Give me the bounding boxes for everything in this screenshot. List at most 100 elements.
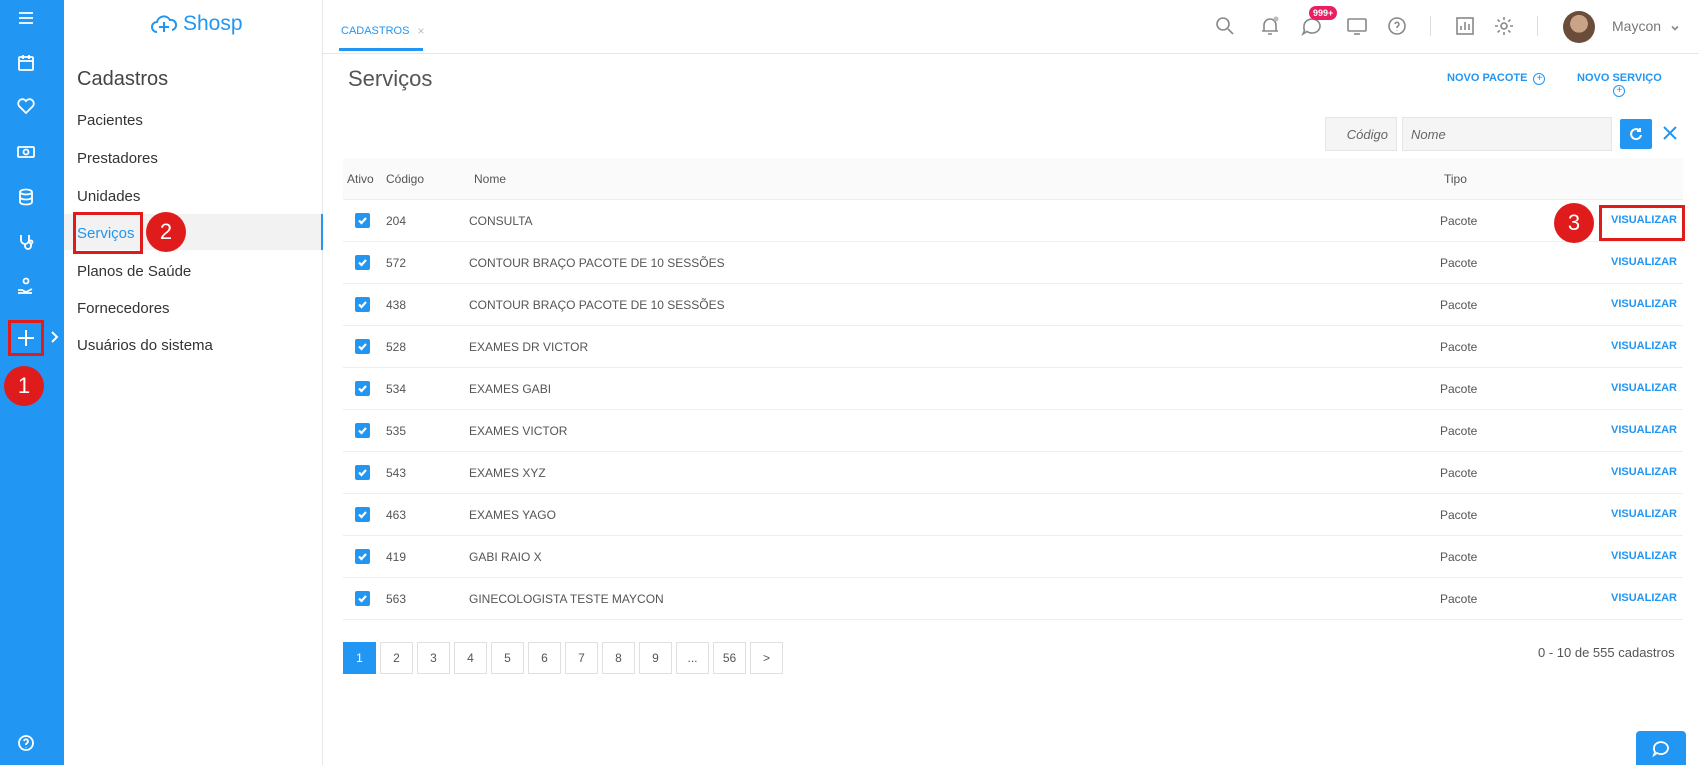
page-button[interactable]: > — [750, 642, 783, 674]
menu-icon[interactable] — [14, 6, 38, 30]
page-button[interactable]: 3 — [417, 642, 450, 674]
page-button[interactable]: 7 — [565, 642, 598, 674]
cell-name: GINECOLOGISTA TESTE MAYCON — [469, 592, 664, 606]
cell-code: 543 — [386, 466, 407, 480]
page-button[interactable]: ... — [676, 642, 709, 674]
column-header-type[interactable]: Tipo — [1444, 172, 1467, 186]
cell-type: Pacote — [1440, 214, 1478, 228]
table-row: 528 EXAMES DR VICTOR Pacote VISUALIZAR — [343, 326, 1683, 368]
close-icon — [1663, 126, 1677, 140]
view-link[interactable]: VISUALIZAR — [1611, 508, 1677, 520]
heart-icon[interactable] — [14, 94, 38, 118]
view-link[interactable]: VISUALIZAR — [1611, 382, 1677, 394]
tab-close-button[interactable]: × — [417, 24, 424, 38]
view-link[interactable]: VISUALIZAR — [1611, 424, 1677, 436]
view-link[interactable]: VISUALIZAR — [1611, 592, 1677, 604]
table-row: 463 EXAMES YAGO Pacote VISUALIZAR — [343, 494, 1683, 536]
tab-cadastros[interactable]: CADASTROS × — [341, 24, 424, 38]
plus-circle-icon: + — [1533, 73, 1546, 85]
name-filter-input[interactable]: Nome — [1402, 117, 1612, 151]
active-checkbox[interactable] — [355, 297, 370, 312]
cell-type: Pacote — [1440, 298, 1478, 312]
logo-text: Shosp — [183, 12, 243, 35]
table-row: 534 EXAMES GABI Pacote VISUALIZAR — [343, 368, 1683, 410]
new-package-button[interactable]: NOVO PACOTE + — [1447, 72, 1546, 85]
help-icon[interactable] — [14, 731, 38, 755]
plus-circle-icon: + — [1613, 85, 1626, 97]
cell-code: 463 — [386, 508, 407, 522]
hand-care-icon[interactable] — [14, 274, 38, 298]
cell-name: EXAMES DR VICTOR — [469, 340, 589, 354]
page-button[interactable]: 8 — [602, 642, 635, 674]
chevron-right-icon[interactable] — [49, 329, 61, 345]
subnav-item-pacientes[interactable]: Pacientes — [77, 112, 143, 129]
subnav-item-prestadores[interactable]: Prestadores — [77, 150, 158, 167]
gear-icon[interactable] — [1492, 14, 1516, 38]
cell-type: Pacote — [1440, 340, 1478, 354]
active-checkbox[interactable] — [355, 591, 370, 606]
active-checkbox[interactable] — [355, 423, 370, 438]
stethoscope-icon[interactable] — [14, 230, 38, 254]
view-link[interactable]: VISUALIZAR — [1611, 340, 1677, 352]
table-row: 563 GINECOLOGISTA TESTE MAYCON Pacote VISUA… — [343, 578, 1683, 620]
chat-bubble-icon — [1652, 741, 1669, 758]
reports-icon[interactable] — [1453, 14, 1477, 38]
cell-code: 572 — [386, 256, 407, 270]
page-button[interactable]: 6 — [528, 642, 561, 674]
view-link[interactable]: VISUALIZAR — [1611, 466, 1677, 478]
active-checkbox[interactable] — [355, 213, 370, 228]
cell-code: 438 — [386, 298, 407, 312]
chevron-down-icon[interactable] — [1670, 20, 1680, 31]
logo[interactable]: Shosp — [149, 8, 243, 40]
code-filter-input[interactable]: Código — [1325, 117, 1397, 151]
cell-code: 419 — [386, 550, 407, 564]
username[interactable]: Maycon — [1612, 18, 1661, 34]
tab-underline — [339, 48, 423, 51]
view-link[interactable]: VISUALIZAR — [1611, 256, 1677, 268]
subnav-item-fornecedores[interactable]: Fornecedores — [77, 300, 170, 317]
subnav-item-usuarios[interactable]: Usuários do sistema — [77, 337, 213, 354]
table-row: 438 CONTOUR BRAÇO PACOTE DE 10 SESSÕES Pac… — [343, 284, 1683, 326]
cell-type: Pacote — [1440, 424, 1478, 438]
cell-code: 528 — [386, 340, 407, 354]
search-icon[interactable] — [1213, 14, 1237, 38]
new-package-label: NOVO PACOTE — [1447, 72, 1528, 84]
page-button[interactable]: 9 — [639, 642, 672, 674]
active-checkbox[interactable] — [355, 339, 370, 354]
new-service-button[interactable]: NOVO SERVIÇO + — [1577, 72, 1662, 97]
monitor-icon[interactable] — [1345, 14, 1369, 38]
bell-icon[interactable] — [1258, 14, 1282, 38]
avatar[interactable] — [1563, 11, 1595, 43]
column-header-code[interactable]: Código — [386, 172, 424, 186]
clear-filter-button[interactable] — [1661, 124, 1679, 142]
active-checkbox[interactable] — [355, 549, 370, 564]
cell-code: 534 — [386, 382, 407, 396]
subnav-item-planos-de-saude[interactable]: Planos de Saúde — [77, 263, 191, 280]
page-button[interactable]: 2 — [380, 642, 413, 674]
cell-name: EXAMES YAGO — [469, 508, 556, 522]
add-menu-button[interactable] — [8, 320, 44, 356]
page-button[interactable]: 1 — [343, 642, 376, 674]
callout-badge: 3 — [1554, 203, 1594, 243]
view-link[interactable]: VISUALIZAR — [1611, 298, 1677, 310]
cell-name: EXAMES GABI — [469, 382, 552, 396]
money-icon[interactable] — [14, 140, 38, 164]
view-link[interactable]: VISUALIZAR — [1611, 550, 1677, 562]
column-header-active[interactable]: Ativo — [347, 172, 374, 186]
database-icon[interactable] — [14, 185, 38, 209]
subnav-item-unidades[interactable]: Unidades — [77, 188, 140, 205]
cell-type: Pacote — [1440, 550, 1478, 564]
page-button[interactable]: 4 — [454, 642, 487, 674]
active-checkbox[interactable] — [355, 381, 370, 396]
chat-widget-button[interactable] — [1636, 731, 1686, 765]
active-checkbox[interactable] — [355, 465, 370, 480]
page-button[interactable]: 5 — [491, 642, 524, 674]
page-button[interactable]: 56 — [713, 642, 746, 674]
refresh-button[interactable] — [1620, 119, 1652, 149]
column-header-name[interactable]: Nome — [474, 172, 506, 186]
help-circle-icon[interactable] — [1385, 14, 1409, 38]
calendar-icon[interactable] — [14, 51, 38, 75]
cell-type: Pacote — [1440, 592, 1478, 606]
active-checkbox[interactable] — [355, 255, 370, 270]
active-checkbox[interactable] — [355, 507, 370, 522]
